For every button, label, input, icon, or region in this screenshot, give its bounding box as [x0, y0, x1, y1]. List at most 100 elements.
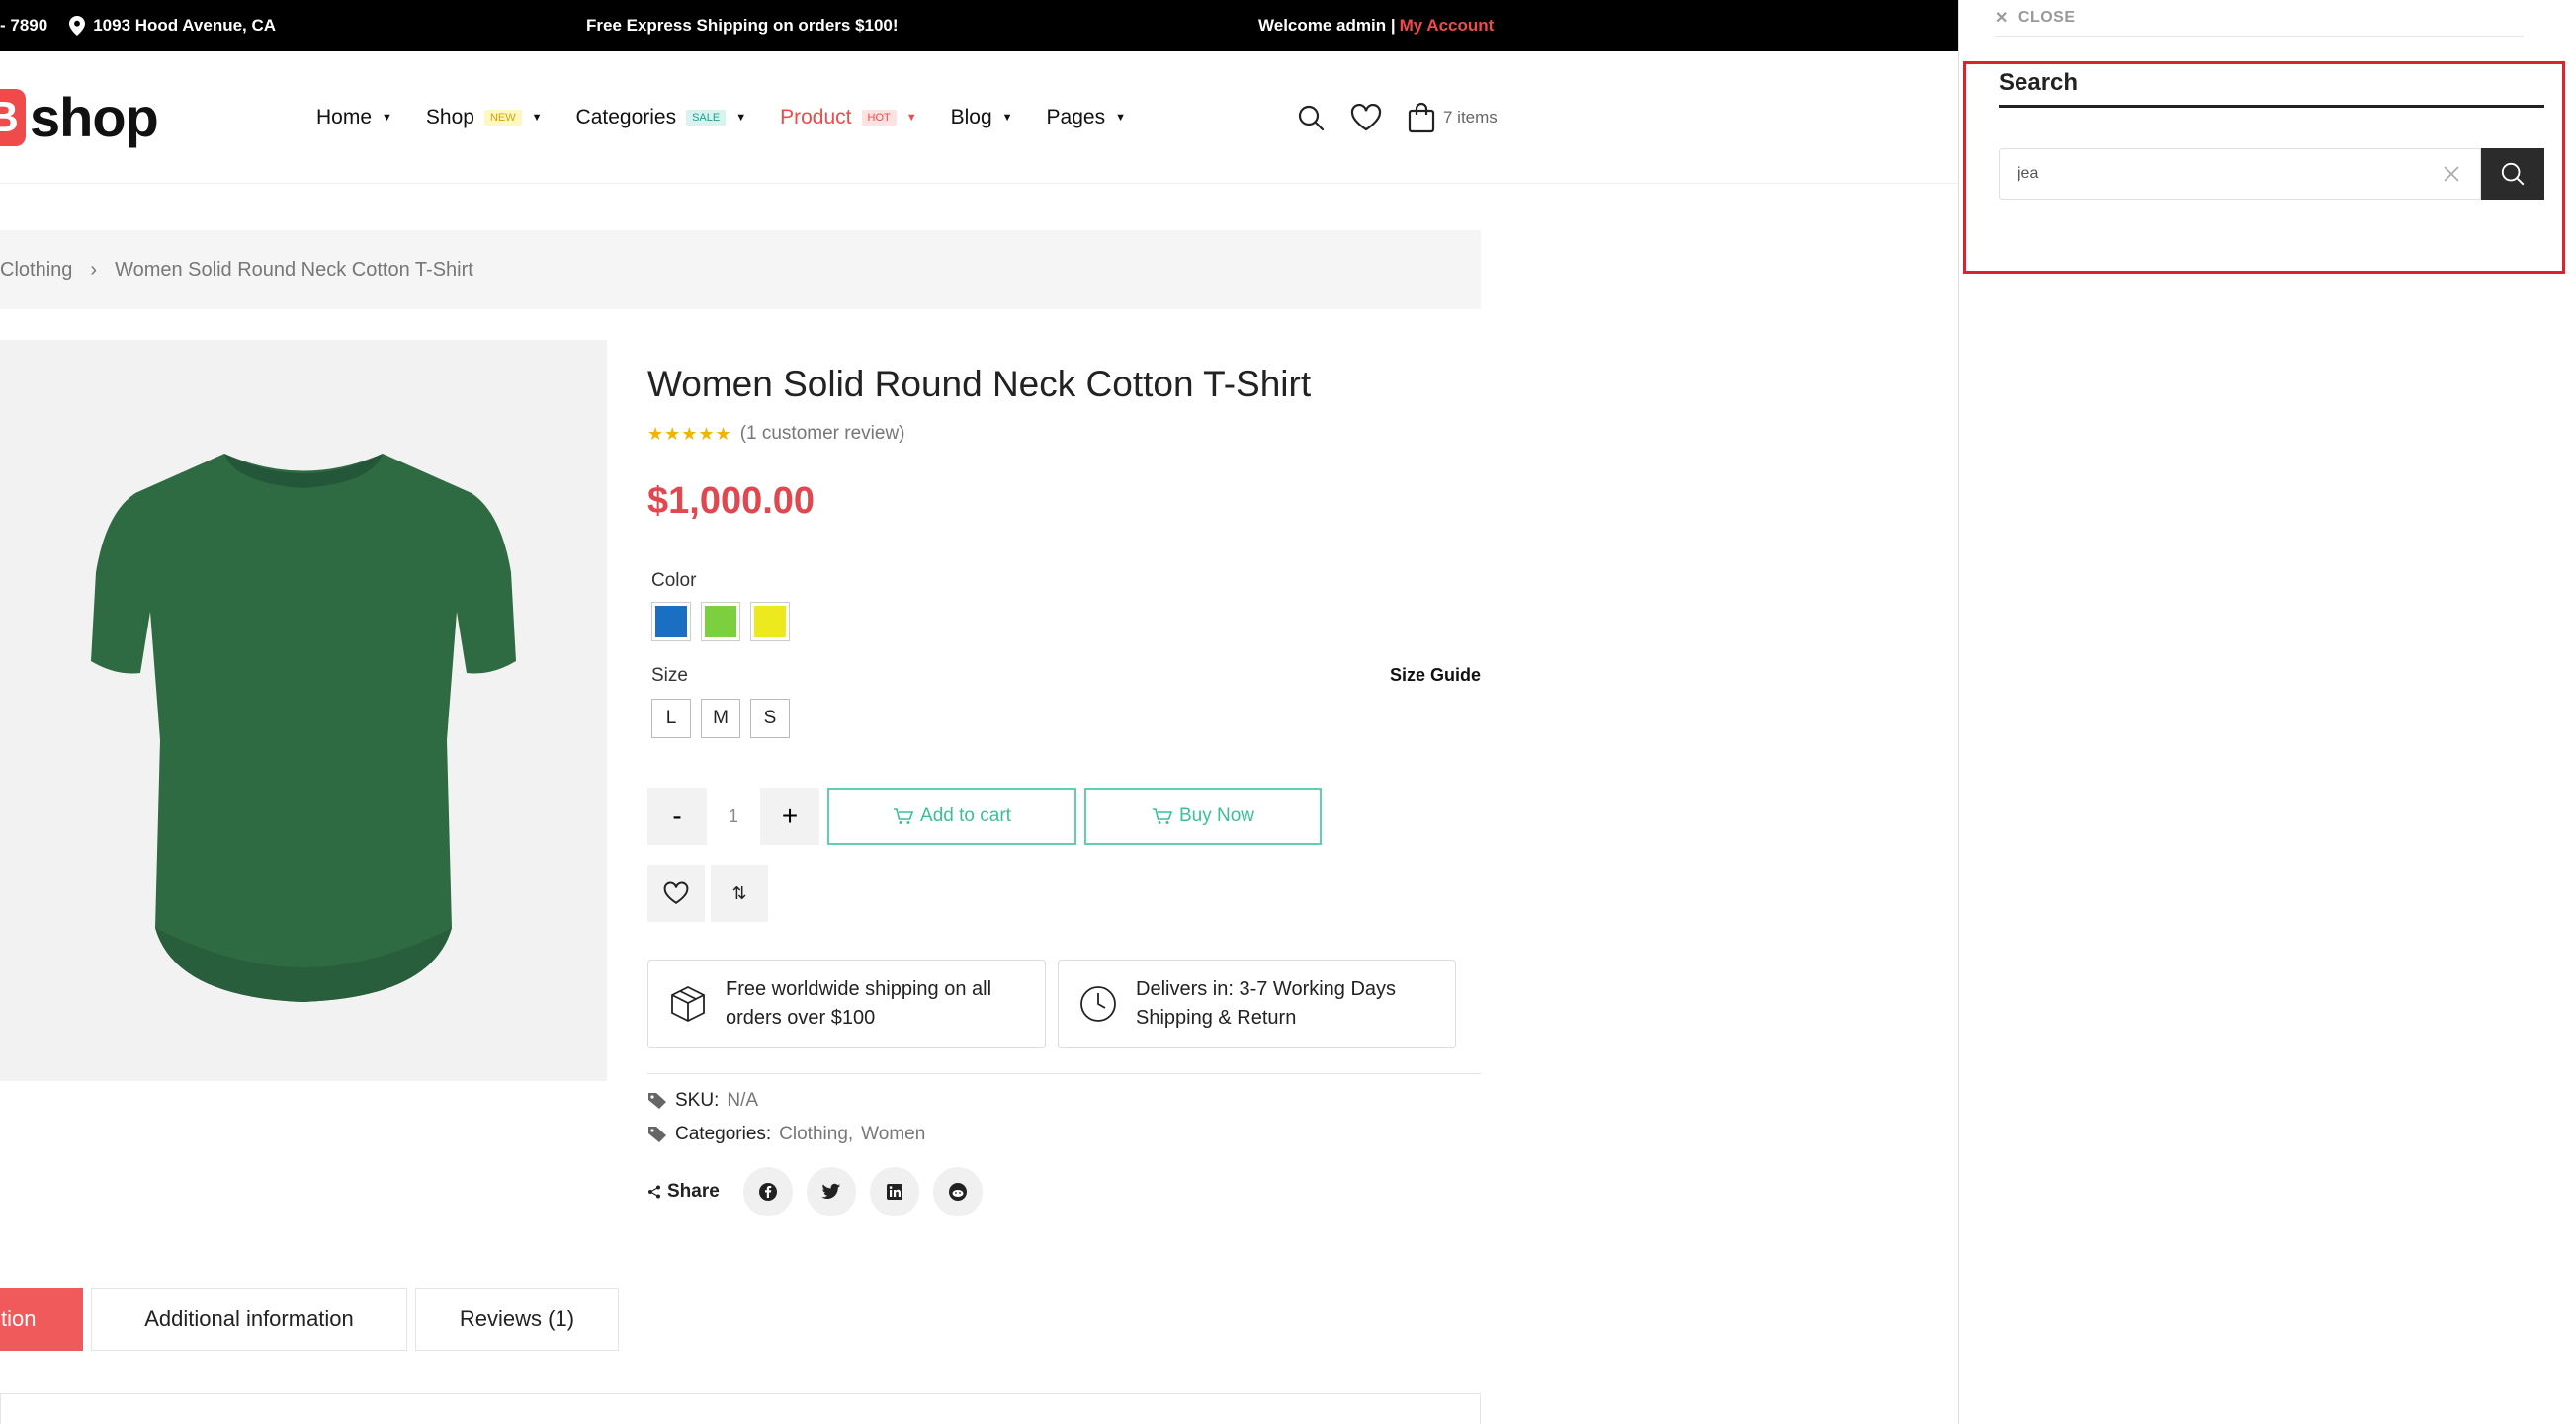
- categories-label: Categories:: [675, 1124, 772, 1144]
- nav-label: Blog: [950, 106, 992, 128]
- caret-down-icon: ▼: [1001, 112, 1013, 124]
- wishlist-heart-icon[interactable]: [1350, 102, 1382, 133]
- nav-label: Categories: [575, 106, 677, 128]
- sku-value: N/A: [727, 1090, 759, 1111]
- tab-label: Additional information: [144, 1306, 354, 1331]
- nav-item-home[interactable]: Home ▼: [316, 106, 392, 129]
- tab-reviews[interactable]: Reviews (1): [415, 1288, 619, 1351]
- search-icon[interactable]: [1295, 102, 1327, 133]
- star-rating-icon: ★★★★★: [647, 423, 732, 444]
- phone-text: - 7890: [0, 16, 48, 35]
- add-to-cart-button[interactable]: Add to cart: [827, 788, 1076, 845]
- category-link-clothing[interactable]: Clothing: [779, 1124, 848, 1145]
- nav-item-pages[interactable]: Pages ▼: [1047, 106, 1126, 129]
- package-box-icon: [671, 985, 705, 1023]
- facebook-share-button[interactable]: [742, 1167, 793, 1216]
- tags-icon: [648, 1127, 666, 1142]
- quantity-stepper: - +: [647, 788, 819, 845]
- share-label-wrap: Share: [647, 1181, 720, 1203]
- search-widget: Search: [1963, 61, 2565, 274]
- header-icons: 7 items: [1295, 51, 1498, 184]
- qty-minus-button[interactable]: -: [647, 788, 707, 845]
- caret-down-icon: ▼: [905, 112, 917, 124]
- delivery-info-box: Delivers in: 3-7 Working Days Shipping &…: [1058, 960, 1456, 1048]
- review-count-link[interactable]: (1 customer review): [740, 423, 905, 445]
- reddit-share-button[interactable]: [932, 1167, 983, 1216]
- topbar-address: 1093 Hood Avenue, CA: [69, 16, 276, 36]
- size-option-m[interactable]: M: [701, 699, 740, 738]
- search-input[interactable]: [1999, 148, 2481, 200]
- qty-plus-button[interactable]: +: [760, 788, 819, 845]
- caret-down-icon: ▼: [1115, 112, 1126, 124]
- main-nav: Home ▼ Shop NEW ▼ Categories SALE ▼ Prod…: [316, 51, 1126, 184]
- cart-bag-icon[interactable]: [1406, 102, 1437, 133]
- address-text: 1093 Hood Avenue, CA: [93, 16, 277, 35]
- product-tabs: tion Additional information Reviews (1): [0, 1288, 619, 1351]
- cart-icon: [1152, 808, 1173, 824]
- product-rating: ★★★★★ (1 customer review): [647, 423, 1481, 445]
- welcome-text: Welcome admin |: [1258, 16, 1396, 35]
- search-side-panel: ✕ CLOSE Search: [1958, 0, 2576, 1424]
- color-swatch-blue[interactable]: [651, 602, 691, 641]
- shipping-info-box: Free worldwide shipping on all orders ov…: [647, 960, 1046, 1048]
- cart-count[interactable]: 7 items: [1443, 108, 1498, 127]
- search-submit-button[interactable]: [2481, 148, 2544, 200]
- add-to-wishlist-button[interactable]: [647, 865, 705, 922]
- qty-input[interactable]: [707, 788, 760, 845]
- hot-badge: HOT: [861, 110, 897, 126]
- close-icon: ✕: [1995, 10, 2009, 27]
- size-guide-link[interactable]: Size Guide: [1390, 665, 1481, 687]
- compare-button[interactable]: ⇅: [711, 865, 768, 922]
- color-swatch-green[interactable]: [701, 602, 740, 641]
- size-label: Size: [651, 665, 688, 686]
- sku-label: SKU:: [675, 1090, 720, 1111]
- linkedin-share-button[interactable]: [869, 1167, 919, 1216]
- buy-now-button[interactable]: Buy Now: [1084, 788, 1322, 845]
- logo[interactable]: B shop: [0, 85, 159, 149]
- shipping-info-text: Free worldwide shipping on all orders ov…: [726, 978, 992, 1029]
- reddit-icon: [948, 1183, 967, 1201]
- twitter-share-button[interactable]: [806, 1167, 856, 1216]
- nav-label: Product: [780, 106, 852, 128]
- twitter-icon: [820, 1183, 840, 1199]
- cart-icon: [894, 808, 914, 824]
- color-label: Color: [651, 570, 697, 591]
- nav-item-product[interactable]: Product HOT ▼: [780, 106, 917, 129]
- product-summary: Women Solid Round Neck Cotton T-Shirt ★★…: [647, 340, 1481, 1216]
- promo-text: Free Express Shipping on orders $100!: [586, 16, 899, 35]
- sku-row: SKU: N/A: [647, 1090, 1481, 1112]
- nav-item-shop[interactable]: Shop NEW ▼: [426, 106, 543, 129]
- color-swatch-yellow[interactable]: [750, 602, 790, 641]
- nav-item-categories[interactable]: Categories SALE ▼: [576, 106, 747, 129]
- close-label: CLOSE: [2018, 9, 2076, 26]
- tab-panel: [0, 1393, 1481, 1424]
- breadcrumb-category[interactable]: Clothing: [0, 259, 72, 282]
- share-row: Share: [647, 1167, 1481, 1216]
- tag-icon: [648, 1093, 666, 1109]
- close-panel-button[interactable]: ✕ CLOSE: [1995, 0, 2524, 37]
- search-icon: [2501, 162, 2525, 186]
- linkedin-icon: [886, 1184, 902, 1200]
- logo-text: shop: [30, 86, 159, 148]
- tab-description[interactable]: tion: [0, 1288, 83, 1351]
- divider: [647, 1073, 1481, 1074]
- nav-item-blog[interactable]: Blog ▼: [951, 106, 1013, 129]
- delivery-time-text: Delivers in: 3-7 Working Days: [1136, 978, 1397, 1000]
- tab-additional-information[interactable]: Additional information: [91, 1288, 407, 1351]
- shipping-return-text: Shipping & Return: [1136, 1007, 1297, 1029]
- search-form: [1999, 148, 2544, 200]
- green-tshirt-image: [91, 454, 516, 1002]
- heart-icon: [663, 881, 689, 904]
- size-option-l[interactable]: L: [651, 699, 691, 738]
- logo-mark: B: [0, 88, 26, 146]
- product-image[interactable]: [0, 340, 607, 1081]
- clear-search-icon[interactable]: [2440, 162, 2463, 186]
- nav-label: Pages: [1046, 106, 1106, 128]
- share-icon: [648, 1185, 660, 1199]
- category-link-women[interactable]: Women: [861, 1124, 925, 1145]
- location-pin-icon: [69, 16, 86, 36]
- my-account-link[interactable]: My Account: [1400, 16, 1495, 36]
- nav-label: Shop: [425, 106, 474, 128]
- site-header: B shop Home ▼ Shop NEW ▼ Categories SALE…: [0, 51, 1958, 184]
- size-option-s[interactable]: S: [750, 699, 790, 738]
